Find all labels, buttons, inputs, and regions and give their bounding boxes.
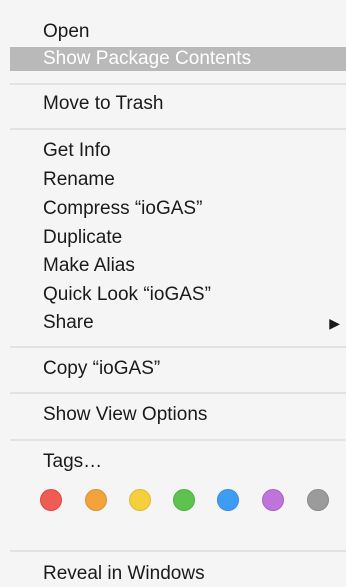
menu-separator: [10, 550, 346, 552]
menu-item-open[interactable]: Open: [0, 20, 346, 44]
gray-tag-icon[interactable]: [307, 489, 329, 511]
yellow-tag-icon[interactable]: [129, 489, 151, 511]
menu-item-tags[interactable]: Tags…: [0, 450, 346, 474]
menu-item-show-package-contents[interactable]: Show Package Contents: [10, 47, 346, 71]
menu-separator: [10, 128, 346, 130]
menu-item-share-label: Share: [43, 312, 94, 333]
submenu-arrow-icon: ▶: [329, 315, 340, 331]
menu-item-move-to-trash[interactable]: Move to Trash: [0, 92, 346, 116]
menu-item-share[interactable]: Share ▶: [0, 311, 346, 335]
purple-tag-icon[interactable]: [262, 489, 284, 511]
menu-item-rename[interactable]: Rename: [0, 168, 346, 192]
menu-separator: [10, 392, 346, 394]
tag-color-row: [40, 489, 329, 513]
menu-item-get-info[interactable]: Get Info: [0, 139, 346, 163]
orange-tag-icon[interactable]: [85, 489, 107, 511]
menu-item-show-view-options[interactable]: Show View Options: [0, 403, 346, 427]
menu-item-duplicate[interactable]: Duplicate: [0, 226, 346, 250]
menu-item-reveal-in-windows[interactable]: Reveal in Windows: [0, 562, 346, 586]
context-menu: Open Show Package Contents Move to Trash…: [0, 0, 346, 587]
menu-separator: [10, 439, 346, 441]
blue-tag-icon[interactable]: [217, 489, 239, 511]
menu-separator: [10, 83, 346, 85]
green-tag-icon[interactable]: [173, 489, 195, 511]
menu-separator: [10, 346, 346, 348]
menu-item-compress[interactable]: Compress “ioGAS”: [0, 197, 346, 221]
menu-item-quick-look[interactable]: Quick Look “ioGAS”: [0, 283, 346, 307]
red-tag-icon[interactable]: [40, 489, 62, 511]
menu-item-copy[interactable]: Copy “ioGAS”: [0, 357, 346, 381]
menu-item-make-alias[interactable]: Make Alias: [0, 254, 346, 278]
